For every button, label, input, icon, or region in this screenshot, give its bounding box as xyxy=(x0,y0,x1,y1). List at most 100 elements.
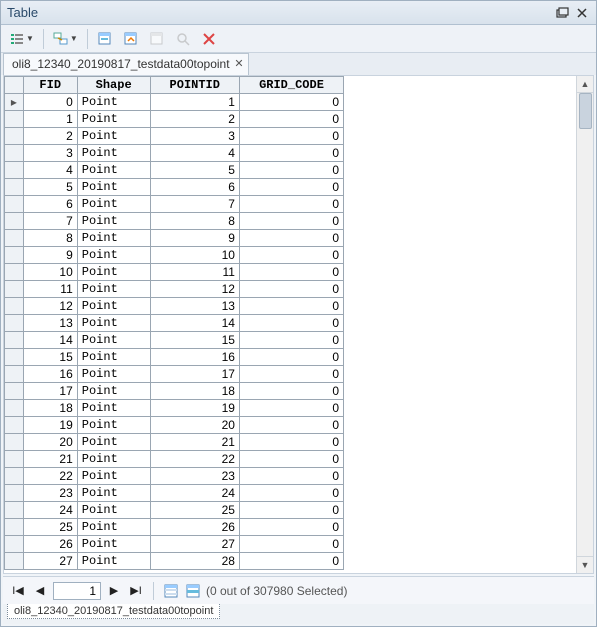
select-by-attributes-button[interactable] xyxy=(93,28,117,50)
vertical-scrollbar[interactable]: ▲ ▼ xyxy=(576,76,593,573)
cell-fid[interactable]: 13 xyxy=(23,315,77,332)
cell-gridcode[interactable]: 0 xyxy=(239,247,343,264)
cell-fid[interactable]: 9 xyxy=(23,247,77,264)
cell-pointid[interactable]: 26 xyxy=(150,519,239,536)
cell-pointid[interactable]: 24 xyxy=(150,485,239,502)
cell-fid[interactable]: 11 xyxy=(23,281,77,298)
zoom-selected-button[interactable] xyxy=(171,28,195,50)
cell-gridcode[interactable]: 0 xyxy=(239,264,343,281)
table-row[interactable]: 18Point190 xyxy=(5,400,344,417)
table-row[interactable]: 21Point220 xyxy=(5,451,344,468)
cell-gridcode[interactable]: 0 xyxy=(239,230,343,247)
cell-gridcode[interactable]: 0 xyxy=(239,485,343,502)
cell-pointid[interactable]: 10 xyxy=(150,247,239,264)
table-row[interactable]: 13Point140 xyxy=(5,315,344,332)
cell-pointid[interactable]: 12 xyxy=(150,281,239,298)
cell-pointid[interactable]: 16 xyxy=(150,349,239,366)
cell-pointid[interactable]: 3 xyxy=(150,128,239,145)
table-row[interactable]: 19Point200 xyxy=(5,417,344,434)
cell-fid[interactable]: 6 xyxy=(23,196,77,213)
cell-gridcode[interactable]: 0 xyxy=(239,434,343,451)
cell-fid[interactable]: 2 xyxy=(23,128,77,145)
cell-pointid[interactable]: 9 xyxy=(150,230,239,247)
delete-selected-button[interactable] xyxy=(197,28,221,50)
row-header-corner[interactable] xyxy=(5,77,24,94)
cell-shape[interactable]: Point xyxy=(77,468,150,485)
cell-gridcode[interactable]: 0 xyxy=(239,536,343,553)
cell-shape[interactable]: Point xyxy=(77,434,150,451)
table-row[interactable]: 4Point50 xyxy=(5,162,344,179)
cell-shape[interactable]: Point xyxy=(77,196,150,213)
cell-fid[interactable]: 8 xyxy=(23,230,77,247)
cell-shape[interactable]: Point xyxy=(77,162,150,179)
row-selector[interactable] xyxy=(5,111,24,128)
cell-shape[interactable]: Point xyxy=(77,417,150,434)
cell-shape[interactable]: Point xyxy=(77,213,150,230)
layer-tab[interactable]: oli8_12340_20190817_testdata00topoint ✕ xyxy=(3,53,249,75)
cell-shape[interactable]: Point xyxy=(77,332,150,349)
cell-gridcode[interactable]: 0 xyxy=(239,281,343,298)
cell-shape[interactable]: Point xyxy=(77,349,150,366)
cell-shape[interactable]: Point xyxy=(77,264,150,281)
first-record-button[interactable]: I◀ xyxy=(9,582,27,600)
cell-fid[interactable]: 17 xyxy=(23,383,77,400)
cell-shape[interactable]: Point xyxy=(77,536,150,553)
row-selector[interactable] xyxy=(5,281,24,298)
table-row[interactable]: 3Point40 xyxy=(5,145,344,162)
cell-gridcode[interactable]: 0 xyxy=(239,298,343,315)
row-selector[interactable] xyxy=(5,298,24,315)
cell-pointid[interactable]: 7 xyxy=(150,196,239,213)
row-selector[interactable] xyxy=(5,179,24,196)
row-selector[interactable] xyxy=(5,468,24,485)
cell-shape[interactable]: Point xyxy=(77,553,150,570)
cell-pointid[interactable]: 23 xyxy=(150,468,239,485)
cell-fid[interactable]: 23 xyxy=(23,485,77,502)
cell-shape[interactable]: Point xyxy=(77,145,150,162)
row-selector[interactable] xyxy=(5,230,24,247)
cell-gridcode[interactable]: 0 xyxy=(239,502,343,519)
prev-record-button[interactable]: ◀ xyxy=(31,582,49,600)
cell-fid[interactable]: 0 xyxy=(23,94,77,111)
table-row[interactable]: 8Point90 xyxy=(5,230,344,247)
row-selector[interactable] xyxy=(5,332,24,349)
table-row[interactable]: 11Point120 xyxy=(5,281,344,298)
scroll-up-arrow-icon[interactable]: ▲ xyxy=(577,76,593,93)
cell-shape[interactable]: Point xyxy=(77,230,150,247)
table-row[interactable]: 27Point280 xyxy=(5,553,344,570)
cell-pointid[interactable]: 19 xyxy=(150,400,239,417)
cell-pointid[interactable]: 25 xyxy=(150,502,239,519)
row-selector[interactable] xyxy=(5,162,24,179)
cell-pointid[interactable]: 8 xyxy=(150,213,239,230)
cell-pointid[interactable]: 20 xyxy=(150,417,239,434)
row-selector[interactable] xyxy=(5,383,24,400)
cell-fid[interactable]: 19 xyxy=(23,417,77,434)
cell-gridcode[interactable]: 0 xyxy=(239,553,343,570)
cell-fid[interactable]: 16 xyxy=(23,366,77,383)
table-row[interactable]: 2Point30 xyxy=(5,128,344,145)
cell-fid[interactable]: 27 xyxy=(23,553,77,570)
cell-gridcode[interactable]: 0 xyxy=(239,383,343,400)
column-header-fid[interactable]: FID xyxy=(23,77,77,94)
row-selector[interactable] xyxy=(5,485,24,502)
cell-pointid[interactable]: 27 xyxy=(150,536,239,553)
table-row[interactable]: ▸0Point10 xyxy=(5,94,344,111)
row-selector[interactable] xyxy=(5,264,24,281)
restore-button[interactable] xyxy=(554,6,570,20)
cell-shape[interactable]: Point xyxy=(77,485,150,502)
table-row[interactable]: 26Point270 xyxy=(5,536,344,553)
cell-shape[interactable]: Point xyxy=(77,179,150,196)
cell-gridcode[interactable]: 0 xyxy=(239,451,343,468)
cell-fid[interactable]: 1 xyxy=(23,111,77,128)
table-row[interactable]: 17Point180 xyxy=(5,383,344,400)
table-row[interactable]: 24Point250 xyxy=(5,502,344,519)
table-row[interactable]: 12Point130 xyxy=(5,298,344,315)
scroll-thumb[interactable] xyxy=(579,93,592,129)
cell-gridcode[interactable]: 0 xyxy=(239,332,343,349)
cell-fid[interactable]: 21 xyxy=(23,451,77,468)
switch-selection-button[interactable] xyxy=(119,28,143,50)
cell-shape[interactable]: Point xyxy=(77,281,150,298)
cell-gridcode[interactable]: 0 xyxy=(239,111,343,128)
row-selector[interactable] xyxy=(5,366,24,383)
row-selector[interactable] xyxy=(5,196,24,213)
cell-shape[interactable]: Point xyxy=(77,451,150,468)
